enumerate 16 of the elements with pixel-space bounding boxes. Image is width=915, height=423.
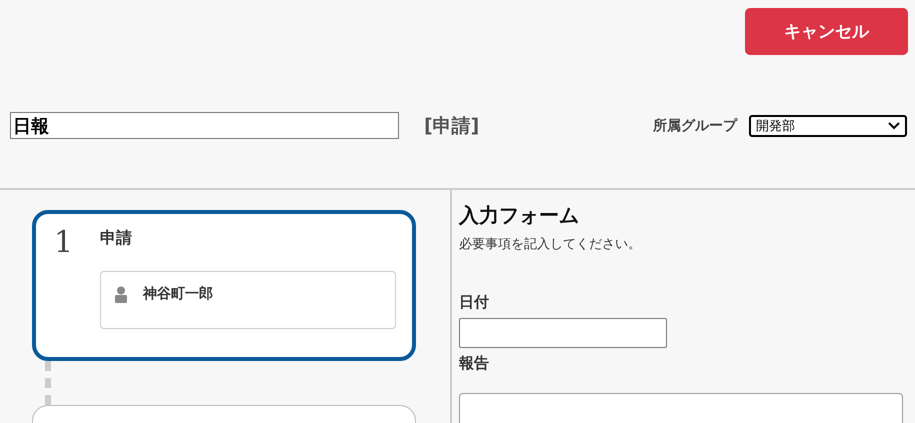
step-number: 1 bbox=[54, 228, 74, 262]
form-description: 必要事項を記入してください。 bbox=[459, 236, 642, 253]
assignee-name: 神谷町一郎 bbox=[143, 285, 213, 303]
step-name: 申請 bbox=[100, 228, 133, 249]
form-title: 入力フォーム bbox=[459, 202, 580, 229]
field-label: 報告 bbox=[459, 354, 490, 373]
input-field[interactable] bbox=[459, 318, 667, 348]
status-label: [申請] bbox=[424, 114, 480, 138]
group-label: 所属グループ bbox=[653, 116, 737, 134]
group-select[interactable]: 開発部 bbox=[749, 114, 907, 136]
field-label: 日付 bbox=[459, 293, 490, 312]
chevron-down-icon bbox=[888, 122, 900, 130]
cancel-button[interactable]: キャンセル bbox=[745, 8, 908, 55]
title-field[interactable]: 日報 bbox=[10, 112, 399, 139]
person-icon bbox=[115, 286, 127, 302]
step-card[interactable]: 1 申請 神谷町一郎 bbox=[32, 210, 416, 361]
